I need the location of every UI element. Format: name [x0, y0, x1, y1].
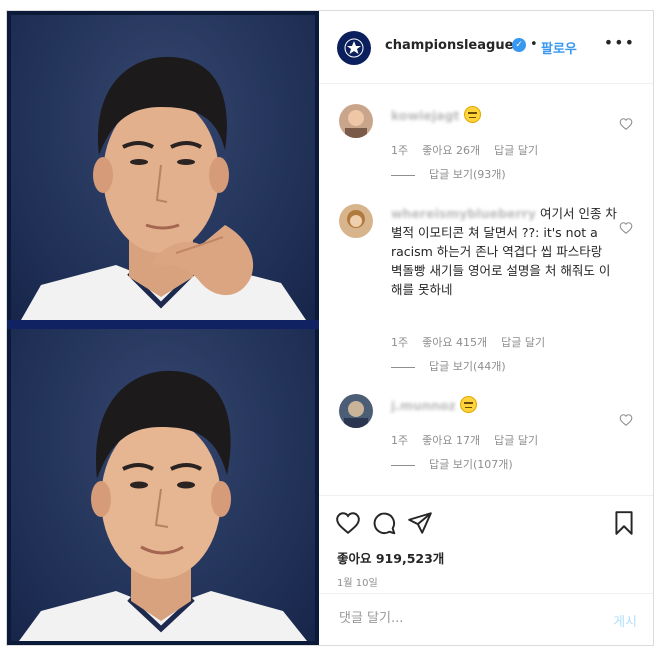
comment-likes[interactable]: 좋아요 415개	[422, 336, 487, 349]
comment-username[interactable]: j.munnoz	[391, 398, 456, 413]
comment-meta: 1주 좋아요 26개 답글 달기	[391, 142, 552, 158]
post-media[interactable]	[7, 11, 319, 645]
comment-time: 1주	[391, 336, 409, 349]
view-replies-button[interactable]: 답글 보기(93개)	[391, 166, 506, 182]
like-comment-heart-icon[interactable]	[619, 221, 633, 235]
commenter-avatar[interactable]	[339, 104, 373, 138]
photo-divider	[7, 320, 319, 329]
reply-button[interactable]: 답글 달기	[494, 144, 538, 157]
grimacing-face-icon	[463, 106, 481, 123]
comment-text: kowiejagt	[391, 106, 617, 125]
portrait-photo-top	[11, 15, 315, 320]
add-comment-bar: 게시	[319, 593, 653, 646]
view-replies-label: 답글 보기(44개)	[429, 360, 506, 373]
profile-avatar[interactable]	[337, 31, 371, 65]
champions-league-logo-icon	[344, 38, 364, 58]
like-count[interactable]: 좋아요 919,523개	[337, 548, 444, 567]
comment-time: 1주	[391, 434, 409, 447]
reply-button[interactable]: 답글 달기	[501, 336, 545, 349]
instagram-post: championsleague ✓ • 팔로우 ••• kowiejagt 1주…	[6, 10, 654, 646]
reply-button[interactable]: 답글 달기	[494, 434, 538, 447]
comment-bubble-icon[interactable]	[371, 510, 397, 536]
comment-text: whereismyblueberry 여기서 인종 차별적 이모티콘 쳐 달면서 …	[391, 204, 617, 299]
verified-badge-icon: ✓	[512, 38, 526, 52]
replies-line	[391, 174, 415, 176]
replies-line	[391, 464, 415, 466]
follow-button[interactable]: 팔로우	[541, 38, 577, 57]
portrait-photo-bottom	[11, 329, 315, 641]
post-header: championsleague ✓ • 팔로우 •••	[319, 11, 653, 84]
comment-username[interactable]: whereismyblueberry	[391, 206, 536, 221]
view-replies-label: 답글 보기(93개)	[429, 168, 506, 181]
comment-username[interactable]: kowiejagt	[391, 108, 460, 123]
view-replies-label: 답글 보기(107개)	[429, 458, 513, 471]
view-replies-button[interactable]: 답글 보기(44개)	[391, 358, 506, 374]
comment-meta: 1주 좋아요 17개 답글 달기	[391, 432, 552, 448]
like-comment-heart-icon[interactable]	[619, 117, 633, 131]
account-handle[interactable]: championsleague	[385, 38, 513, 53]
comment-likes[interactable]: 좋아요 26개	[422, 144, 480, 157]
view-replies-button[interactable]: 답글 보기(107개)	[391, 456, 513, 472]
separator-dot: •	[530, 37, 538, 52]
post-comment-button[interactable]: 게시	[613, 611, 637, 630]
comment-time: 1주	[391, 144, 409, 157]
comment-meta: 1주 좋아요 415개 답글 달기	[391, 334, 559, 350]
commenter-avatar[interactable]	[339, 394, 373, 428]
commenter-avatar[interactable]	[339, 204, 373, 238]
post-date: 1월 10일	[337, 578, 378, 589]
post-panel: championsleague ✓ • 팔로우 ••• kowiejagt 1주…	[319, 11, 653, 645]
save-bookmark-icon[interactable]	[611, 510, 637, 536]
more-options-icon[interactable]: •••	[604, 33, 635, 52]
comment-likes[interactable]: 좋아요 17개	[422, 434, 480, 447]
comment-input[interactable]	[337, 610, 561, 627]
like-comment-heart-icon[interactable]	[619, 413, 633, 427]
like-heart-icon[interactable]	[335, 510, 361, 536]
replies-line	[391, 366, 415, 368]
comment-text: j.munnoz	[391, 396, 617, 415]
grimacing-face-icon	[459, 396, 477, 413]
share-paper-plane-icon[interactable]	[407, 510, 433, 536]
